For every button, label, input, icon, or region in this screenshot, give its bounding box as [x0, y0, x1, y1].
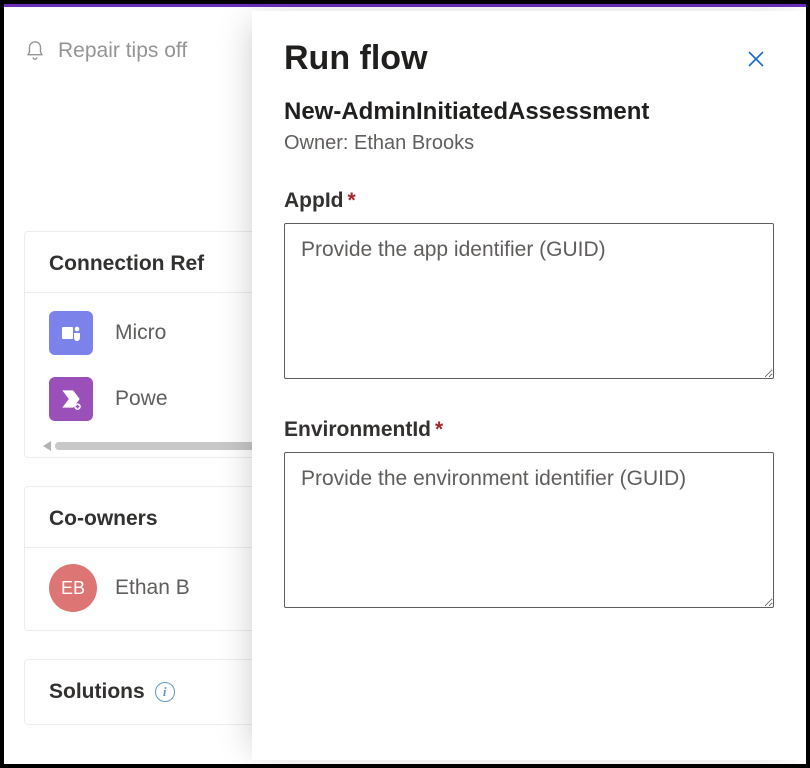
- connection-label: Powe: [115, 387, 168, 411]
- background-page: Repair tips off Connection Ref Micro Pow…: [4, 11, 254, 764]
- run-flow-panel: Run flow New-AdminInitiatedAssessment Ow…: [252, 11, 806, 760]
- power-platform-icon: [49, 377, 93, 421]
- envid-label-text: EnvironmentId: [284, 418, 431, 441]
- repair-tips-label: Repair tips off: [58, 39, 187, 63]
- connection-label: Micro: [115, 321, 166, 345]
- avatar: EB: [49, 564, 97, 612]
- window-accent-bar: [4, 4, 806, 7]
- panel-title: Run flow: [284, 39, 428, 78]
- solutions-title: Solutions: [49, 680, 145, 704]
- required-asterisk: *: [435, 418, 443, 441]
- teams-icon: [49, 311, 93, 355]
- bell-icon: [24, 40, 46, 62]
- close-button[interactable]: [738, 41, 774, 80]
- required-asterisk: *: [347, 189, 355, 212]
- info-icon[interactable]: i: [155, 682, 175, 702]
- envid-input[interactable]: [284, 452, 774, 608]
- flow-owner-line: Owner: Ethan Brooks: [284, 132, 774, 155]
- appid-label-text: AppId: [284, 189, 343, 212]
- appid-label: AppId*: [284, 189, 356, 212]
- repair-tips-toggle[interactable]: Repair tips off: [24, 31, 254, 71]
- app-frame: Repair tips off Connection Ref Micro Pow…: [0, 0, 810, 768]
- envid-label: EnvironmentId*: [284, 418, 443, 441]
- appid-input[interactable]: [284, 223, 774, 379]
- close-icon: [744, 47, 768, 71]
- coowner-name: Ethan B: [115, 576, 190, 600]
- appid-field-group: AppId*: [284, 189, 774, 384]
- scroll-left-icon: [43, 441, 51, 451]
- flow-name: New-AdminInitiatedAssessment: [284, 98, 774, 126]
- envid-field-group: EnvironmentId*: [284, 418, 774, 613]
